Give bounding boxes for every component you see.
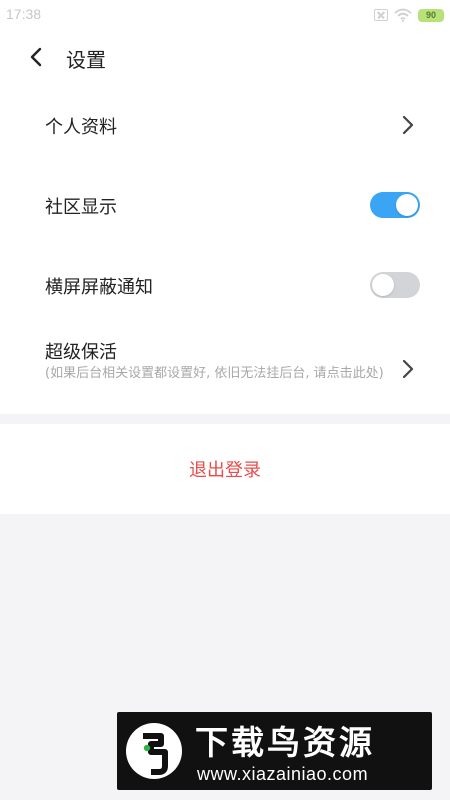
watermark-url: www.xiazainiao.com — [197, 764, 369, 784]
toggle-knob — [396, 194, 418, 216]
toggle-knob — [372, 274, 394, 296]
setting-row-profile[interactable]: 个人资料 — [0, 84, 450, 164]
battery-icon: 90 — [418, 8, 444, 22]
wifi-icon — [394, 8, 412, 22]
chevron-right-icon — [402, 359, 414, 379]
chevron-left-icon[interactable] — [28, 47, 46, 67]
page-title: 设置 — [66, 48, 106, 72]
setting-row-landscape-block: 横屏屏蔽通知 — [0, 244, 450, 324]
status-time: 17:38 — [6, 6, 42, 22]
bird-logo-icon — [125, 722, 183, 780]
setting-description-super-keepalive: (如果后台相关设置都设置好, 依旧无法挂后台, 请点击此处) — [45, 366, 384, 381]
setting-label-profile: 个人资料 — [45, 117, 117, 138]
setting-label-landscape-block: 横屏屏蔽通知 — [45, 277, 153, 298]
sim-off-icon — [374, 9, 388, 21]
setting-label-community-display: 社区显示 — [45, 197, 117, 218]
logout-button[interactable]: 退出登录 — [0, 424, 450, 514]
watermark: 下载鸟资源 www.xiazainiao.com — [117, 712, 432, 790]
setting-label-super-keepalive: 超级保活 — [45, 342, 117, 363]
chevron-right-icon — [402, 115, 414, 135]
watermark-title: 下载鸟资源 — [195, 723, 375, 762]
header: 设置 — [0, 30, 450, 84]
status-icons: 90 — [374, 7, 444, 23]
logout-section: 退出登录 — [0, 424, 450, 514]
section-divider — [0, 414, 450, 424]
landscape-block-toggle[interactable] — [370, 272, 420, 298]
settings-list: 个人资料 社区显示 横屏屏蔽通知 超级保活 (如果后台相关设置都设置好, 依旧无… — [0, 84, 450, 414]
community-display-toggle[interactable] — [370, 192, 420, 218]
status-bar: 17:38 90 — [0, 0, 450, 30]
setting-row-community-display: 社区显示 — [0, 164, 450, 244]
